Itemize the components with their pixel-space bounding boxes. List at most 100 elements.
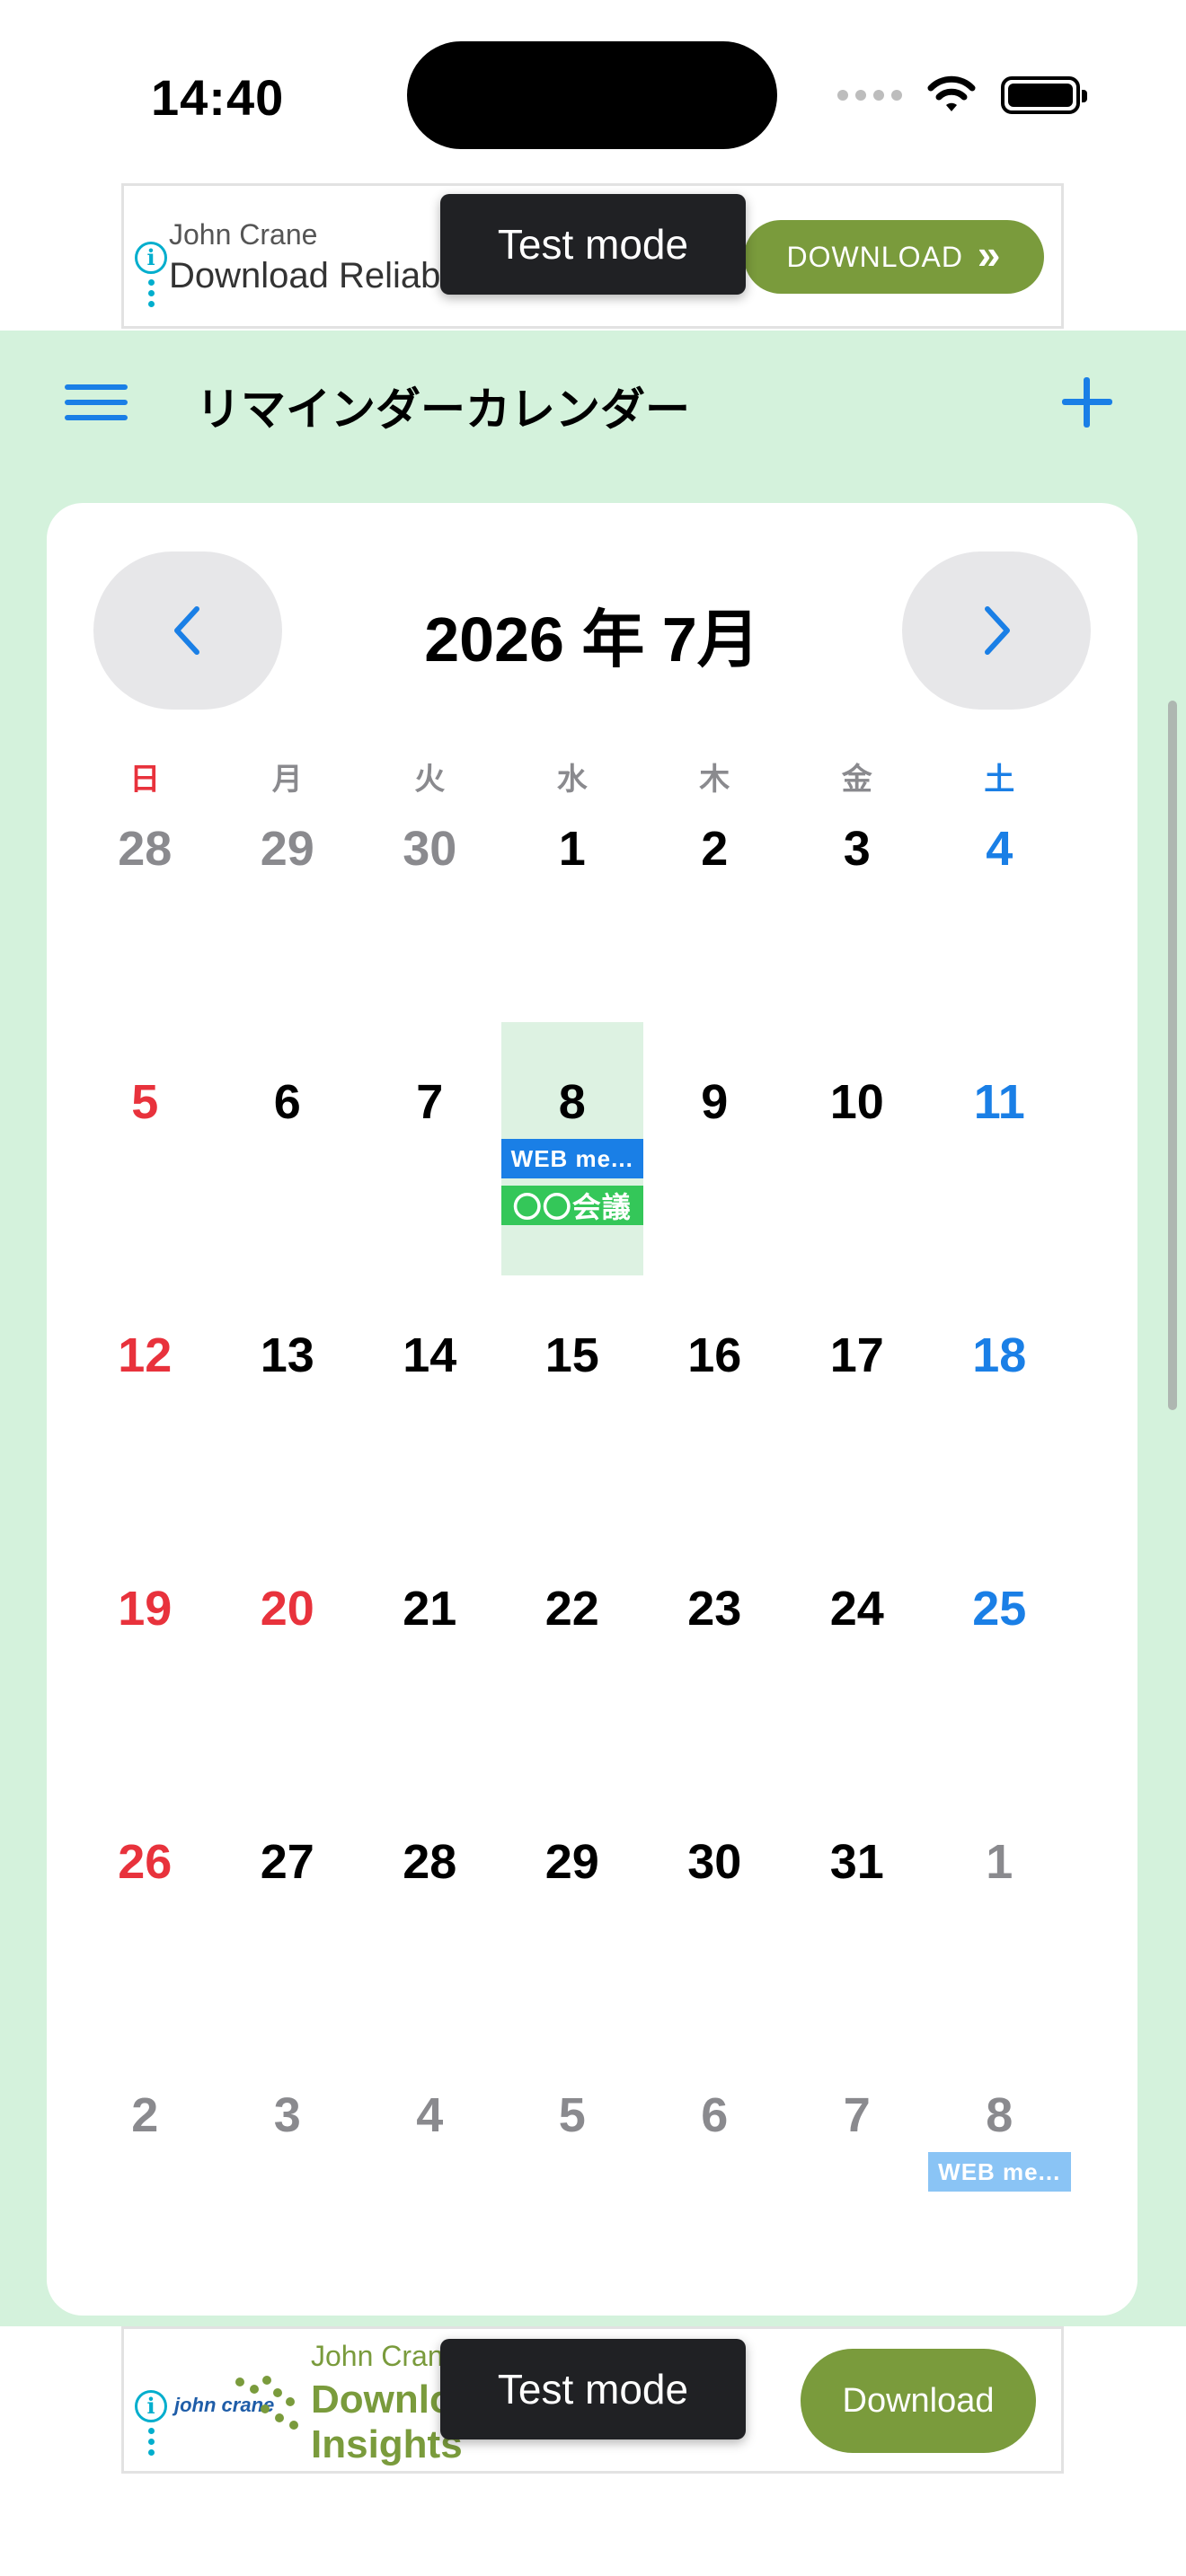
calendar-day[interactable]: 5 bbox=[501, 2035, 644, 2289]
ad-sponsor: John Cran bbox=[311, 2340, 444, 2372]
day-number: 30 bbox=[687, 1835, 742, 1889]
calendar-day[interactable]: 10 bbox=[786, 1022, 929, 1275]
calendar-week-row: 26 27 28 29 30 31 1 bbox=[74, 1782, 1071, 2035]
day-number: 7 bbox=[416, 1075, 444, 1129]
calendar-day[interactable]: 27 bbox=[217, 1782, 359, 2035]
chevron-right-icon bbox=[985, 606, 1010, 655]
day-number: 8 bbox=[558, 1075, 586, 1129]
day-number: 4 bbox=[416, 2088, 444, 2142]
calendar-day[interactable]: 3 bbox=[786, 769, 929, 1022]
day-number: 1 bbox=[986, 1835, 1013, 1889]
day-number: 29 bbox=[260, 822, 314, 876]
day-number: 19 bbox=[118, 1582, 173, 1636]
day-number: 6 bbox=[273, 1075, 301, 1129]
calendar-day[interactable]: 20 bbox=[217, 1529, 359, 1782]
calendar-day[interactable]: 16 bbox=[643, 1275, 786, 1529]
day-number: 3 bbox=[843, 822, 871, 876]
day-number: 30 bbox=[403, 822, 457, 876]
dynamic-island bbox=[407, 41, 777, 149]
day-number: 1 bbox=[558, 822, 586, 876]
calendar-day[interactable]: 30 bbox=[358, 769, 501, 1022]
ad-info-icon[interactable]: i bbox=[133, 2390, 169, 2456]
day-number: 25 bbox=[972, 1582, 1027, 1636]
calendar-day[interactable]: 26 bbox=[74, 1782, 217, 2035]
calendar-card: 2026 年 7月 日 月 火 水 木 金 土 28 29 30 1 2 3 4 5 6 7 8 WE… bbox=[47, 503, 1137, 2316]
calendar-day-selected[interactable]: 8 WEB me... 〇〇会議 bbox=[500, 1022, 643, 1275]
day-number: 5 bbox=[131, 1075, 159, 1129]
calendar-day[interactable]: 29 bbox=[501, 1782, 644, 2035]
calendar-day[interactable]: 29 bbox=[217, 769, 359, 1022]
day-number: 14 bbox=[403, 1328, 457, 1382]
day-number: 12 bbox=[118, 1328, 173, 1382]
day-number: 10 bbox=[829, 1075, 884, 1129]
calendar-day[interactable]: 19 bbox=[74, 1529, 217, 1782]
day-number: 11 bbox=[973, 1075, 1025, 1129]
calendar-day[interactable]: 23 bbox=[643, 1529, 786, 1782]
calendar-day[interactable]: 15 bbox=[501, 1275, 644, 1529]
wifi-icon bbox=[927, 75, 976, 111]
day-number: 3 bbox=[273, 2088, 301, 2142]
calendar-week-row: 5 6 7 8 WEB me... 〇〇会議 9 10 11 bbox=[74, 1022, 1071, 1275]
day-number: 21 bbox=[403, 1582, 457, 1636]
next-month-button[interactable] bbox=[902, 551, 1091, 710]
calendar-day[interactable]: 28 bbox=[74, 769, 217, 1022]
event-chip[interactable]: WEB me... bbox=[500, 1139, 643, 1178]
day-number: 24 bbox=[829, 1582, 884, 1636]
calendar-day[interactable]: 22 bbox=[501, 1529, 644, 1782]
calendar-day[interactable]: 4 bbox=[928, 769, 1071, 1022]
calendar-day[interactable]: 28 bbox=[358, 1782, 501, 2035]
calendar-day[interactable]: 8 WEB me... bbox=[928, 2035, 1071, 2289]
day-number: 2 bbox=[701, 822, 729, 876]
day-number: 31 bbox=[829, 1835, 884, 1889]
calendar-day[interactable]: 3 bbox=[217, 2035, 359, 2289]
day-number: 8 bbox=[986, 2088, 1013, 2142]
test-mode-toast: Test mode bbox=[440, 2339, 746, 2439]
calendar-day[interactable]: 31 bbox=[786, 1782, 929, 2035]
ad-info-icon[interactable]: i bbox=[133, 242, 169, 307]
calendar-day[interactable]: 14 bbox=[358, 1275, 501, 1529]
calendar-day[interactable]: 18 bbox=[928, 1275, 1071, 1529]
calendar-week-row: 28 29 30 1 2 3 4 bbox=[74, 769, 1071, 1022]
calendar-day[interactable]: 5 bbox=[74, 1022, 217, 1275]
calendar-day[interactable]: 6 bbox=[643, 2035, 786, 2289]
calendar-day[interactable]: 30 bbox=[643, 1782, 786, 2035]
add-reminder-button[interactable] bbox=[1060, 375, 1114, 429]
day-number: 7 bbox=[843, 2088, 871, 2142]
day-number: 18 bbox=[972, 1328, 1027, 1382]
test-mode-toast: Test mode bbox=[440, 194, 746, 295]
calendar-day[interactable]: 4 bbox=[358, 2035, 501, 2289]
double-chevron-right-icon: » bbox=[977, 231, 1002, 278]
ad-download-button[interactable]: DOWNLOAD » bbox=[744, 220, 1044, 294]
calendar-day[interactable]: 13 bbox=[217, 1275, 359, 1529]
calendar-day[interactable]: 9 bbox=[643, 1022, 786, 1275]
calendar-day[interactable]: 11 bbox=[928, 1022, 1071, 1275]
hamburger-menu-icon[interactable] bbox=[65, 384, 128, 420]
calendar-day[interactable]: 12 bbox=[74, 1275, 217, 1529]
day-number: 17 bbox=[829, 1328, 884, 1382]
calendar-day[interactable]: 24 bbox=[786, 1529, 929, 1782]
day-number: 22 bbox=[544, 1582, 599, 1636]
calendar-day[interactable]: 7 bbox=[358, 1022, 501, 1275]
calendar-week-row: 12 13 14 15 16 17 18 bbox=[74, 1275, 1071, 1529]
calendar-day[interactable]: 17 bbox=[786, 1275, 929, 1529]
calendar-day[interactable]: 1 bbox=[501, 769, 644, 1022]
app-title: リマインダーカレンダー bbox=[196, 384, 690, 435]
day-number: 9 bbox=[701, 1075, 729, 1129]
calendar-day[interactable]: 21 bbox=[358, 1529, 501, 1782]
calendar-day[interactable]: 6 bbox=[217, 1022, 359, 1275]
calendar-day[interactable]: 2 bbox=[643, 769, 786, 1022]
calendar-day[interactable]: 1 bbox=[928, 1782, 1071, 2035]
calendar-day[interactable]: 25 bbox=[928, 1529, 1071, 1782]
day-number: 5 bbox=[558, 2088, 586, 2142]
calendar-grid: 28 29 30 1 2 3 4 5 6 7 8 WEB me... 〇〇会議 9 10 11 12 13 14 15… bbox=[74, 769, 1071, 2289]
scrollbar[interactable] bbox=[1168, 701, 1177, 1410]
event-chip[interactable]: 〇〇会議 bbox=[500, 1186, 643, 1225]
event-chip[interactable]: WEB me... bbox=[928, 2152, 1071, 2192]
calendar-day[interactable]: 7 bbox=[786, 2035, 929, 2289]
status-icons bbox=[837, 68, 1087, 122]
ad-logo-text: john crane bbox=[174, 2394, 275, 2416]
ad-download-button[interactable]: Download bbox=[801, 2349, 1036, 2453]
ad-headline[interactable]: Download Reliab bbox=[169, 256, 440, 296]
calendar-week-row: 19 20 21 22 23 24 25 bbox=[74, 1529, 1071, 1782]
calendar-day[interactable]: 2 bbox=[74, 2035, 217, 2289]
